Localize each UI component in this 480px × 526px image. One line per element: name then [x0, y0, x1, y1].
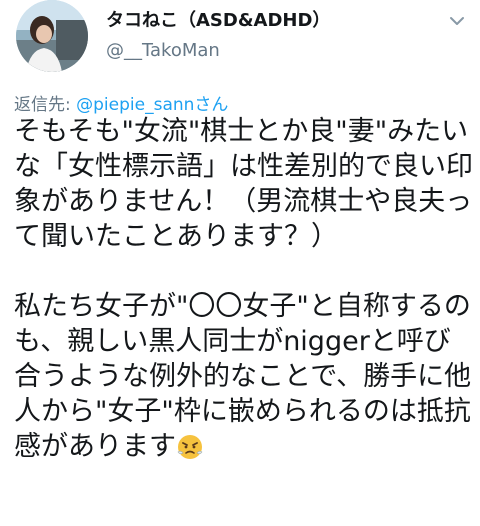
- angry-steam-face-icon: [177, 435, 203, 459]
- tweet-paragraph-2: 私たち女子が"〇〇女子"と自称するのも、親しい黒人同士がniggerと呼び合うよ…: [14, 291, 472, 462]
- chevron-down-icon[interactable]: [446, 10, 468, 32]
- reply-prefix: 返信先:: [14, 95, 77, 115]
- user-handle[interactable]: @__TakoMan: [106, 40, 220, 61]
- reply-to-line: 返信先: @piepie_sannさん: [14, 90, 228, 115]
- tweet-card[interactable]: タコねこ（ASD&ADHD） @__TakoMan 返信先: @piepie_s…: [0, 0, 480, 526]
- avatar[interactable]: [16, 0, 88, 72]
- reply-mention-link[interactable]: @piepie_sannさん: [76, 95, 228, 115]
- tweet-body: そもそも"女流"棋士とか良"妻"みたいな「女性標示語」は性差別的で良い印象があり…: [14, 114, 474, 464]
- tweet-paragraph-1: そもそも"女流"棋士とか良"妻"みたいな「女性標示語」は性差別的で良い印象があり…: [14, 116, 473, 252]
- display-name[interactable]: タコねこ（ASD&ADHD）: [106, 6, 330, 32]
- avatar-photo-icon: [16, 0, 88, 72]
